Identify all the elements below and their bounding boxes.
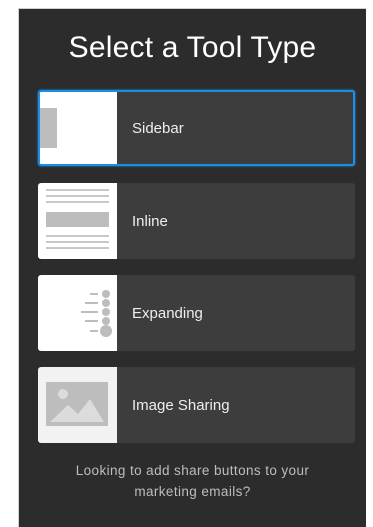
sidebar-thumbnail <box>40 92 117 164</box>
page-title: Select a Tool Type <box>68 31 317 64</box>
tool-option-sidebar[interactable]: Sidebar <box>38 90 355 166</box>
tool-option-label: Sidebar <box>132 119 184 137</box>
email-share-link[interactable]: Looking to add share buttons to your mar… <box>19 460 366 502</box>
image-sharing-thumbnail <box>38 367 117 443</box>
expanding-thumbnail <box>38 275 117 351</box>
expanding-layout-icon <box>81 290 112 337</box>
footer-line-2: marketing emails? <box>134 484 251 499</box>
tool-option-label: Expanding <box>132 304 203 322</box>
inline-layout-icon <box>46 189 109 249</box>
tool-option-label: Image Sharing <box>132 396 230 414</box>
sidebar-layout-icon <box>40 108 57 148</box>
tool-option-image-sharing[interactable]: Image Sharing <box>38 367 355 443</box>
footer-line-1: Looking to add share buttons to your <box>75 463 310 478</box>
tool-option-label: Inline <box>132 212 168 230</box>
tool-type-panel: Select a Tool Type Sidebar Inline Expand… <box>18 8 366 527</box>
inline-thumbnail <box>38 183 117 259</box>
tool-option-expanding[interactable]: Expanding <box>38 275 355 351</box>
tool-option-inline[interactable]: Inline <box>38 183 355 259</box>
image-sharing-icon <box>46 382 108 426</box>
